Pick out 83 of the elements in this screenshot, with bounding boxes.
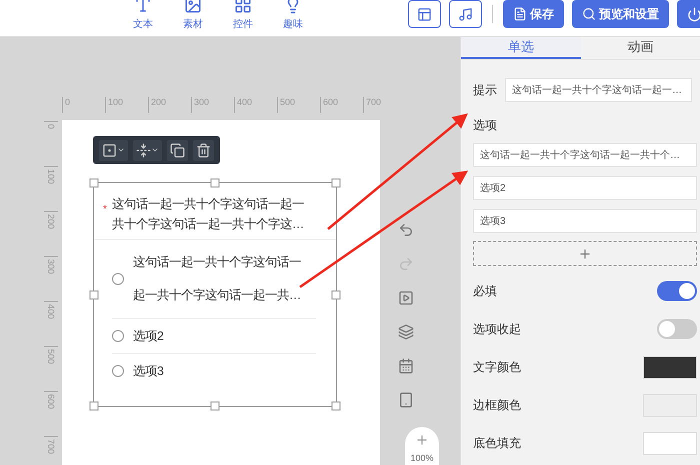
grid-icon: [234, 0, 252, 14]
radio-button[interactable]: [112, 273, 124, 285]
color-swatch[interactable]: [643, 432, 697, 454]
image-icon: [184, 0, 202, 14]
resize-handle[interactable]: [332, 178, 340, 188]
calendar-icon[interactable]: [398, 358, 414, 374]
radio-button[interactable]: [112, 365, 124, 377]
ruler-label: 300: [46, 259, 56, 274]
layout-icon: [417, 6, 432, 22]
option-label: 选项2: [133, 328, 164, 345]
setting-label: 文字颜色: [473, 358, 521, 376]
ruler-label: 200: [148, 97, 191, 113]
resize-handle[interactable]: [210, 178, 220, 188]
ruler-label: 200: [46, 214, 56, 230]
layers-icon[interactable]: [398, 324, 414, 340]
music-icon: [458, 6, 473, 22]
spacing-icon: [136, 142, 151, 158]
add-option-button[interactable]: [473, 241, 697, 266]
nav-item[interactable]: 素材: [178, 0, 208, 31]
music-button[interactable]: [449, 0, 482, 28]
option-field[interactable]: 选项3: [473, 209, 697, 233]
nav-item[interactable]: 控件: [228, 0, 258, 31]
play-icon[interactable]: [398, 290, 414, 306]
tablet-icon[interactable]: [398, 392, 414, 408]
copy-icon: [170, 142, 185, 158]
layout-button[interactable]: [408, 0, 441, 28]
question-title: 这句话一起一共十个字这句话一起一共十个字这句话一起一共十个字这…: [112, 196, 306, 233]
power-icon: [687, 6, 700, 22]
zoom-in-icon[interactable]: [415, 433, 429, 447]
options-label: 选项: [473, 117, 498, 134]
align-button[interactable]: [99, 140, 128, 160]
ruler-label: 0: [46, 124, 56, 130]
color-swatch[interactable]: [643, 356, 697, 378]
text-icon: [134, 0, 152, 14]
caret-icon: [117, 146, 125, 154]
ruler-label: 400: [46, 304, 56, 320]
required-mark: *: [103, 204, 108, 217]
search-icon: [582, 7, 596, 21]
document-icon: [513, 7, 527, 21]
resize-handle[interactable]: [90, 178, 98, 188]
option-field[interactable]: 这句话一起一共十个字这句话一起一共十个…: [473, 143, 697, 167]
setting-label: 必填: [473, 282, 497, 300]
trash-icon: [196, 142, 211, 158]
ruler-label: 700: [363, 97, 406, 113]
align-icon: [102, 142, 117, 158]
ruler-label: 100: [105, 97, 148, 113]
resize-handle[interactable]: [90, 290, 98, 299]
setting-label: 选项收起: [473, 320, 521, 338]
caret-icon: [151, 146, 159, 154]
resize-handle[interactable]: [90, 402, 98, 410]
ruler-label: 700: [46, 439, 56, 454]
nav-item[interactable]: 趣味: [278, 0, 308, 31]
option-label: 选项3: [133, 363, 164, 380]
hint-label: 提示: [473, 82, 497, 98]
ruler-label: 400: [234, 97, 277, 113]
ruler-label: 0: [62, 97, 105, 113]
spacing-button[interactable]: [133, 140, 162, 160]
ruler-label: 300: [191, 97, 234, 113]
resize-handle[interactable]: [332, 290, 340, 299]
nav-item[interactable]: 文本: [128, 0, 158, 31]
setting-label: 边框颜色: [473, 396, 521, 414]
radio-button[interactable]: [112, 330, 124, 342]
ruler-label: 500: [46, 349, 56, 364]
preview-button[interactable]: 预览和设置: [572, 0, 669, 28]
zoom-level: 100%: [410, 453, 434, 463]
option-label: 这句话一起一共十个字这句话一起一共十个字这句话一起一共…: [133, 254, 302, 304]
hint-field[interactable]: 这句话一起一共十个字这句话一起一…: [505, 78, 692, 102]
ruler-label: 600: [320, 97, 363, 113]
resize-handle[interactable]: [210, 402, 220, 410]
ruler-label: 600: [46, 394, 56, 410]
ruler-label: 500: [277, 97, 320, 113]
setting-label: 底色填充: [473, 434, 521, 452]
save-button[interactable]: 保存: [503, 0, 564, 28]
resize-handle[interactable]: [332, 402, 340, 410]
plus-icon: [578, 246, 592, 260]
ruler-label: 100: [46, 169, 56, 184]
option-field[interactable]: 选项2: [473, 176, 697, 200]
toggle-switch[interactable]: [657, 319, 697, 339]
undo-icon[interactable]: [398, 222, 414, 238]
toggle-switch[interactable]: [657, 281, 697, 301]
panel-tab[interactable]: 单选: [461, 37, 580, 59]
delete-button[interactable]: [193, 140, 214, 160]
copy-button[interactable]: [167, 140, 188, 160]
